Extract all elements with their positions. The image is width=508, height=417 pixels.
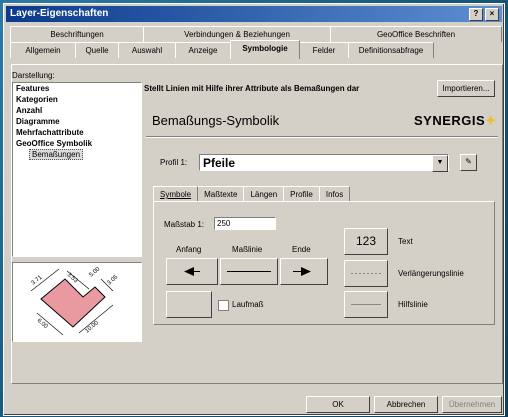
help-button[interactable]: ?	[469, 8, 483, 21]
tree-item-kategorien[interactable]: Kategorien	[13, 94, 141, 105]
layer-properties-dialog: Layer-Eigenschaften ? × Beschriftungen V…	[3, 3, 505, 416]
tab-quelle[interactable]: Quelle	[75, 42, 119, 58]
dimension-preview-graphic: 3.71 3.53 5.00 3.05 6.00 10.00	[31, 266, 120, 336]
line-icon	[227, 271, 271, 272]
divider	[146, 136, 498, 138]
preview-dim-label: 3.71	[31, 274, 44, 286]
tab-symbologie[interactable]: Symbologie	[230, 40, 300, 59]
end-symbol-button[interactable]	[280, 258, 328, 285]
darstellung-label: Darstellung:	[12, 71, 55, 80]
preview-dim-label: 6.00	[36, 318, 49, 331]
subtab-masstexte[interactable]: Maßtexte	[197, 186, 245, 202]
ok-button[interactable]: OK	[306, 396, 370, 413]
extension-line-label: Verlängerungslinie	[398, 269, 464, 278]
laufmass-label: Laufmaß	[232, 300, 264, 309]
line-column-label: Maßlinie	[232, 245, 263, 254]
profile-select[interactable]: Pfeile ▼	[199, 154, 449, 172]
subtab-infos[interactable]: Infos	[318, 186, 351, 202]
edit-icon: ✎	[465, 157, 472, 166]
thin-line-icon	[351, 304, 381, 305]
start-column-label: Anfang	[176, 245, 202, 254]
close-button[interactable]: ×	[485, 8, 499, 21]
profile-edit-button[interactable]: ✎	[460, 154, 477, 171]
tree-item-mehrfachattribute[interactable]: Mehrfachattribute	[13, 127, 141, 138]
arrow-left-icon	[184, 267, 200, 276]
dotted-line-icon	[351, 273, 381, 274]
cancel-button[interactable]: Abbrechen	[374, 396, 438, 413]
text-label: Text	[398, 237, 413, 246]
end-column-label: Ende	[292, 245, 311, 254]
tree-item-bemassungen-label: Bemaßungen	[29, 149, 84, 160]
synergis-logo: SYNERGIS✦	[414, 113, 497, 129]
scale-input[interactable]: 250	[214, 217, 276, 230]
profile-value: Pfeile	[203, 156, 236, 170]
tab-row-bottom: Allgemein Quelle Auswahl Anzeige Symbolo…	[10, 40, 434, 61]
tab-felder[interactable]: Felder	[299, 42, 349, 58]
tab-allgemein[interactable]: Allgemein	[10, 42, 76, 58]
helper-line-button[interactable]	[344, 291, 388, 318]
tree-item-anzahl[interactable]: Anzahl	[13, 105, 141, 116]
text-symbol-button[interactable]: 123	[344, 228, 388, 255]
brand-star-icon: ✦	[485, 113, 497, 128]
start-symbol-button[interactable]	[166, 258, 218, 285]
preview-dim-label: 3.05	[106, 274, 119, 287]
subtab-symbole[interactable]: Symbole	[153, 186, 199, 202]
renderer-tree: Features Kategorien Anzahl Diagramme Meh…	[12, 82, 142, 257]
window-title: Layer-Eigenschaften	[10, 8, 109, 19]
tab-definitionsabfrage[interactable]: Definitionsabfrage	[348, 42, 434, 58]
tree-item-diagramme[interactable]: Diagramme	[13, 116, 141, 127]
tree-item-bemassungen[interactable]: Bemaßungen	[13, 149, 141, 160]
import-button[interactable]: Importieren...	[437, 80, 495, 97]
preview-image: 3.71 3.53 5.00 3.05 6.00 10.00	[12, 262, 142, 342]
tab-beschriftungen[interactable]: Beschriftungen	[10, 26, 144, 42]
tab-geooffice-beschriften[interactable]: GeoOffice Beschriften	[330, 26, 502, 42]
preview-dim-label: 10.00	[84, 320, 100, 335]
tree-item-geooffice-symbolik[interactable]: GeoOffice Symbolik	[13, 138, 141, 149]
subtab-profile[interactable]: Profile	[283, 186, 320, 202]
tree-item-features[interactable]: Features	[13, 83, 141, 94]
tab-auswahl[interactable]: Auswahl	[118, 42, 176, 58]
profile-label: Profil 1:	[160, 158, 188, 167]
brand-text: SYNERGIS	[414, 113, 486, 128]
tab-anzeige[interactable]: Anzeige	[175, 42, 231, 58]
apply-button[interactable]: Übernehmen	[442, 396, 502, 413]
scale-label: Maßstab 1:	[164, 220, 205, 229]
laufmass-symbol-button[interactable]	[166, 291, 212, 318]
title-bar: Layer-Eigenschaften ? ×	[6, 6, 502, 22]
arrow-right-icon	[293, 267, 311, 276]
preview-dim-label: 5.00	[88, 266, 101, 279]
helper-line-label: Hilfslinie	[398, 300, 428, 309]
laufmass-checkbox[interactable]	[218, 300, 229, 311]
sub-tab-row: Symbole Maßtexte Längen Profile Infos	[153, 186, 351, 202]
subtab-laengen[interactable]: Längen	[243, 186, 285, 202]
renderer-description: Stellt Linien mit Hilfe ihrer Attribute …	[144, 84, 360, 93]
line-symbol-button[interactable]	[220, 258, 278, 285]
extension-line-button[interactable]	[344, 260, 388, 287]
chevron-down-icon[interactable]: ▼	[432, 155, 448, 172]
renderer-title: Bemaßungs-Symbolik	[152, 113, 280, 128]
